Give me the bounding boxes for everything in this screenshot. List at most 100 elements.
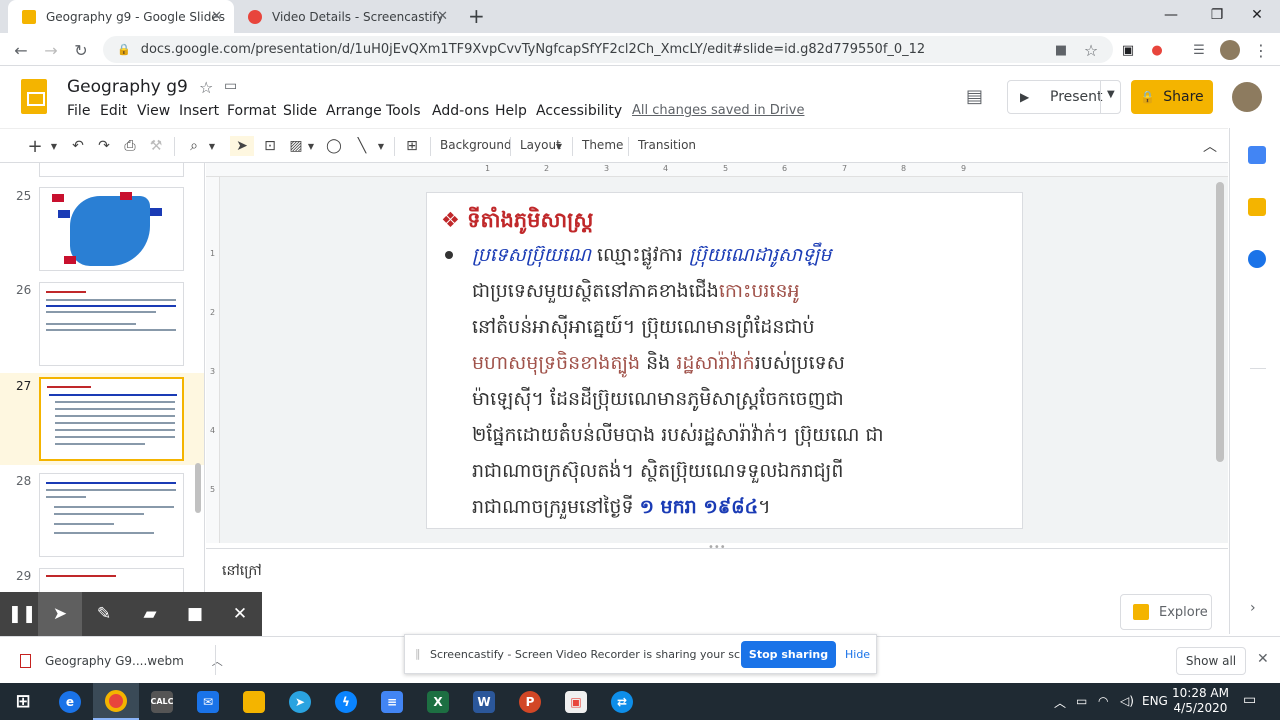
telegram-icon[interactable]: ➤ [277,683,323,720]
document-title[interactable]: Geography g9 [67,77,188,97]
screencastify-extension-icon[interactable]: ● [1146,39,1168,61]
paint-format-icon[interactable]: ⚒ [146,136,166,156]
chrome-menu-icon[interactable]: ⋮ [1250,39,1272,61]
slide-thumbnail[interactable] [39,568,184,592]
image-dropdown-icon[interactable]: ▼ [306,136,316,156]
theme-button[interactable]: Theme [582,138,623,152]
back-arrow-icon[interactable]: ← [10,39,32,61]
url-input[interactable]: 🔒 docs.google.com/presentation/d/1uH0jEv… [103,36,1113,63]
filmstrip-scrollbar[interactable] [195,463,201,513]
menu-file[interactable]: File [67,103,90,119]
volume-icon[interactable]: ◁) [1120,694,1134,708]
reload-icon[interactable]: ↻ [70,39,92,61]
close-tab-icon[interactable]: ✕ [437,9,448,24]
google-docs-icon[interactable]: ≡ [369,683,415,720]
slide-thumbnail-selected[interactable] [39,377,184,461]
input-language[interactable]: ENG [1142,694,1168,708]
mail-icon[interactable]: ✉ [185,683,231,720]
keep-icon[interactable] [1248,198,1266,216]
hide-button[interactable]: Hide [845,648,870,661]
slide-thumbnail[interactable] [39,187,184,271]
select-cursor-icon[interactable]: ➤ [230,136,254,156]
account-avatar[interactable] [1232,82,1262,112]
eraser-icon[interactable]: ▰ [128,592,172,636]
menu-accessibility[interactable]: Accessibility [536,103,622,119]
slide-heading[interactable]: ❖ ទីតាំងភូមិសាស្ត្រ [441,207,593,238]
close-downloads-icon[interactable]: ✕ [1257,651,1269,667]
download-item[interactable]: Geography G9....webm ︿ [20,653,223,669]
calendar-icon[interactable] [1248,146,1266,164]
present-dropdown-icon[interactable]: ▼ [1107,89,1115,100]
speaker-notes[interactable]: នៅក្រៅ [206,548,1228,634]
slide-text-line[interactable]: ប្រទេសប៊្រុយណេ ឈ្មោះផ្លូវការ ប៊្រុយណេដារ… [472,243,831,271]
transition-button[interactable]: Transition [638,138,696,152]
close-tab-icon[interactable]: ✕ [211,9,222,24]
slide-text-line[interactable]: រាជាណាចក្ររួមនៅថ្ងៃទី ១ មករា ១៩៨៤។ [472,495,771,523]
background-button[interactable]: Background [440,138,512,152]
menu-arrange[interactable]: Arrange [326,103,382,119]
extension-icon[interactable]: ▣ [1117,39,1139,61]
video-camera-icon[interactable]: ■ [173,592,217,636]
paint-icon[interactable]: ▣ [553,683,599,720]
notification-icon[interactable]: ▭ [1243,692,1256,708]
forward-arrow-icon[interactable]: → [40,39,62,61]
chevron-up-icon[interactable]: ︿ [212,653,223,669]
excel-icon[interactable]: X [415,683,461,720]
slide-thumbnail[interactable] [39,282,184,366]
powerpoint-icon[interactable]: P [507,683,553,720]
comments-icon[interactable]: ▤ [966,86,983,107]
line-icon[interactable]: ╲ [352,136,372,156]
shape-icon[interactable]: ◯ [324,136,344,156]
text-box-icon[interactable]: ⊡ [260,136,280,156]
pen-icon[interactable]: ✎ [82,592,126,636]
menu-format[interactable]: Format [227,103,276,119]
redo-icon[interactable]: ↷ [94,136,114,156]
camera-icon[interactable]: ■ [1050,39,1072,61]
menu-insert[interactable]: Insert [179,103,219,119]
network-icon[interactable]: ▭ [1076,694,1087,708]
word-icon[interactable]: W [461,683,507,720]
save-status-link[interactable]: All changes saved in Drive [632,103,804,118]
tab-google-slides[interactable]: Geography g9 - Google Slides ✕ [8,0,234,33]
minimize-icon[interactable]: — [1148,0,1194,30]
reading-list-icon[interactable]: ☰ [1188,39,1210,61]
edge-icon[interactable]: e [47,683,93,720]
tasks-icon[interactable] [1248,250,1266,268]
slide-text-line[interactable]: ២ផ្នែកដោយតំបន់លីមបាង របស់រដ្ឋសារ៉ាវ៉ាក់។… [472,423,884,451]
menu-tools[interactable]: Tools [386,103,421,119]
new-tab-icon[interactable]: + [468,4,485,28]
star-icon[interactable]: ☆ [199,78,213,97]
teamviewer-icon[interactable]: ⇄ [599,683,645,720]
profile-avatar-icon[interactable] [1219,39,1241,61]
wifi-icon[interactable]: ◠ [1098,694,1108,708]
undo-icon[interactable]: ↶ [68,136,88,156]
present-button[interactable]: ▶ Present ▼ [1007,80,1121,114]
cursor-icon[interactable]: ➤ [38,592,82,636]
menu-addons[interactable]: Add-ons [432,103,489,119]
slide-text-line[interactable]: មហាសមុទ្រចិនខាងត្បូង និង រដ្ឋសារ៉ាវ៉ាក់រ… [472,351,845,379]
share-button[interactable]: 🔒 Share [1131,80,1213,114]
drag-handle-icon[interactable]: ‖ [415,647,421,660]
slide-thumbnail[interactable] [39,163,184,177]
slide-text-line[interactable]: ម៉ាឡេស៊ី។ ដែនដីប៊្រុយណេមានភូមិសាស្ត្រចែក… [472,387,844,415]
slide-text-line[interactable]: រាជាណាចក្រស៊ុលតង់។ ស្ថិតប៊្រុយណេទទួលឯករា… [472,459,843,487]
file-explorer-icon[interactable] [231,683,277,720]
expand-panel-icon[interactable]: › [1250,600,1256,616]
menu-view[interactable]: View [137,103,170,119]
menu-edit[interactable]: Edit [100,103,127,119]
new-slide-icon[interactable]: + [26,136,44,157]
close-icon[interactable]: ✕ [218,592,262,636]
slide-text-line[interactable]: ជាប្រទេសមួយស្ថិតនៅភាគខាងជើងកោះបរនេអូ [472,279,800,307]
menu-slide[interactable]: Slide [283,103,317,119]
show-all-button[interactable]: Show all [1176,647,1246,675]
tab-screencastify[interactable]: Video Details - Screencastify ✕ [234,0,460,33]
menu-help[interactable]: Help [495,103,527,119]
chrome-icon[interactable] [93,683,139,720]
explore-button[interactable]: Explore [1120,594,1212,630]
line-dropdown-icon[interactable]: ▼ [376,136,386,156]
slide-thumbnail[interactable] [39,473,184,557]
zoom-icon[interactable]: ⌕ [184,136,204,156]
messenger-icon[interactable]: ϟ [323,683,369,720]
slides-logo-icon[interactable] [21,79,47,114]
bookmark-star-icon[interactable]: ☆ [1080,39,1102,61]
